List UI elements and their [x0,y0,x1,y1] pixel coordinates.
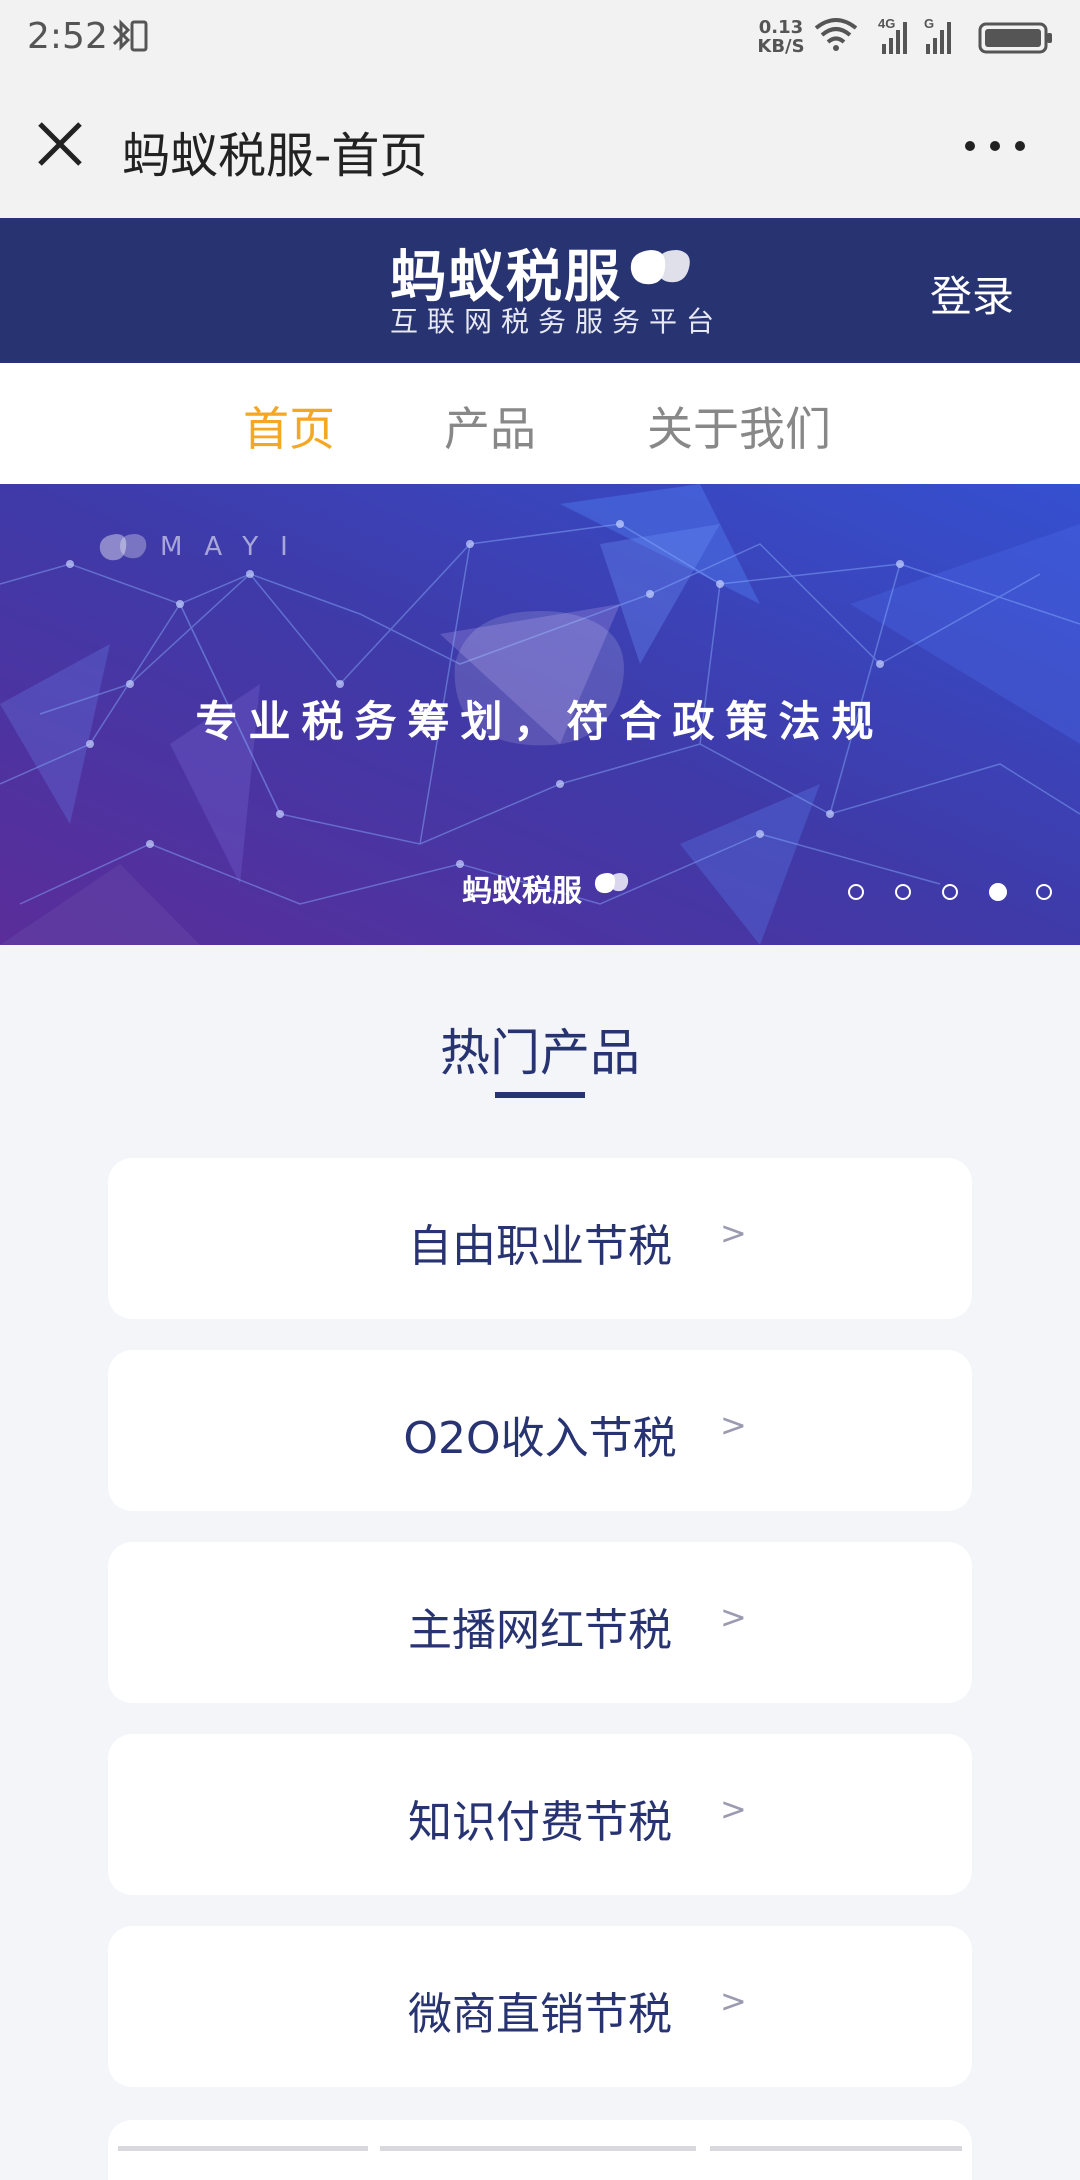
product-card[interactable]: 微商直销节税 > [108,1926,972,2087]
svg-text:4G: 4G [878,16,895,31]
carousel-dot[interactable] [1036,884,1052,900]
product-label: 微商直销节税 [408,1989,672,2040]
bluetooth-vibrate-icon [112,19,148,52]
carousel-dot-active[interactable] [989,883,1007,901]
product-card[interactable]: 自由职业节税 > [108,1158,972,1319]
product-card[interactable]: 知识付费节税 > [108,1734,972,1895]
status-time: 2:52 [27,16,108,57]
product-label: 知识付费节税 [408,1797,672,1848]
placeholder-bar [380,2146,696,2151]
network-speed-value: 0.13 [758,17,804,38]
product-card-partial[interactable] [108,2120,972,2180]
carousel-dot[interactable] [895,884,911,900]
placeholder-bar [710,2146,962,2151]
brand-subtitle: 互联网税务服务平台 [390,305,724,338]
battery-icon [978,22,1052,54]
chevron-right-icon: > [720,1214,747,1252]
wifi-icon [814,18,858,51]
product-label: 主播网红节税 [408,1605,672,1656]
promo-banner[interactable]: MAYI 专业税务筹划，符合政策法规 蚂蚁税服 [0,484,1080,945]
nav-bar: 蚂蚁税服-首页 [0,76,1080,218]
signal-g-icon: G [924,16,951,54]
site-header: 蚂蚁税服 互联网税务服务平台 登录 [0,218,1080,363]
section-title: 热门产品 [440,1024,640,1082]
chevron-right-icon: > [720,1790,747,1828]
svg-text:G: G [924,16,934,31]
brand-logo-icon [630,250,690,285]
tab-about[interactable]: 关于我们 [647,393,831,459]
status-bar: 2:52 0.13 KB/S 4G G [0,0,1080,76]
banner-brand: 蚂蚁税服 [462,874,582,909]
page-title: 蚂蚁税服-首页 [122,128,428,184]
product-label: O2O收入节税 [403,1413,677,1464]
chevron-right-icon: > [720,1982,747,2020]
login-button[interactable]: 登录 [930,263,1014,324]
section-title-underline [495,1092,585,1098]
banner-brand-logo-icon [594,873,629,894]
carousel-dot[interactable] [942,884,958,900]
signal-4g-icon: 4G [878,16,907,54]
tab-products[interactable]: 产品 [444,393,536,459]
product-card[interactable]: O2O收入节税 > [108,1350,972,1511]
placeholder-bar [118,2146,368,2151]
signal-battery-icons: 4G G [814,16,1052,54]
chevron-right-icon: > [720,1598,747,1636]
more-options-icon[interactable] [960,126,1030,166]
carousel-dot[interactable] [848,884,864,900]
banner-watermark-logo-icon [99,534,147,561]
banner-slogan: 专业税务筹划，符合政策法规 [195,697,885,746]
product-card[interactable]: 主播网红节税 > [108,1542,972,1703]
network-speed-unit: KB/S [757,36,805,57]
chevron-right-icon: > [720,1406,747,1444]
close-icon[interactable] [34,118,86,170]
main-tabs: 首页 产品 关于我们 [0,363,1080,484]
network-speed: 0.13 KB/S [756,18,806,56]
tab-home[interactable]: 首页 [243,393,335,459]
product-label: 自由职业节税 [408,1221,672,1272]
banner-watermark: MAYI [160,532,310,562]
